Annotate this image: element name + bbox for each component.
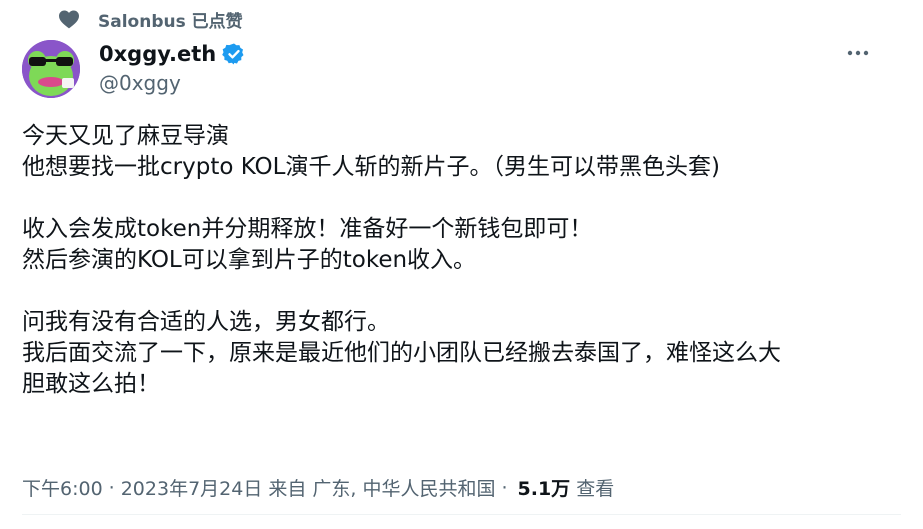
social-context: Salonbus 已点赞 (56, 6, 243, 32)
post-line: 他想要找一批crypto KOL演千人斩的新片子。（男生可以带黑色头套) (22, 154, 720, 180)
post-meta: 下午6:00 · 2023年7月24日 来自 广东, 中华人民共和国 · 5.1… (22, 474, 614, 501)
post-line: 收入会发成token并分期释放！准备好一个新钱包即可！ (22, 216, 593, 242)
views-count[interactable]: 5.1万 (518, 474, 571, 501)
author-handle[interactable]: @0xggy (99, 71, 181, 95)
verified-badge-icon (222, 42, 246, 66)
post-date[interactable]: 2023年7月24日 (121, 474, 263, 501)
post-line: 今天又见了麻豆导演 (22, 123, 229, 149)
post-line: 胆敢这么拍！ (22, 371, 160, 397)
views-label: 查看 (576, 478, 615, 500)
post-text: 今天又见了麻豆导演 他想要找一批crypto KOL演千人斩的新片子。（男生可以… (22, 121, 902, 400)
more-horizontal-icon[interactable] (843, 40, 873, 66)
divider (22, 514, 901, 515)
post-source: 来自 广东, 中华人民共和国 (268, 478, 496, 500)
author-name[interactable]: 0xggy.eth (99, 42, 216, 66)
post-line: 然后参演的KOL可以拿到片子的token收入。 (22, 247, 477, 273)
post-time[interactable]: 下午6:00 (22, 474, 103, 501)
post-line: 问我有没有合适的人选，男女都行。 (22, 309, 390, 335)
separator: · (108, 476, 115, 499)
post-line: 我后面交流了一下，原来是最近他们的小团队已经搬去泰国了，难怪这么大 (22, 340, 781, 366)
avatar[interactable] (22, 40, 80, 98)
social-context-text[interactable]: Salonbus 已点赞 (98, 7, 243, 32)
heart-icon (56, 8, 82, 30)
separator: · (501, 476, 508, 499)
